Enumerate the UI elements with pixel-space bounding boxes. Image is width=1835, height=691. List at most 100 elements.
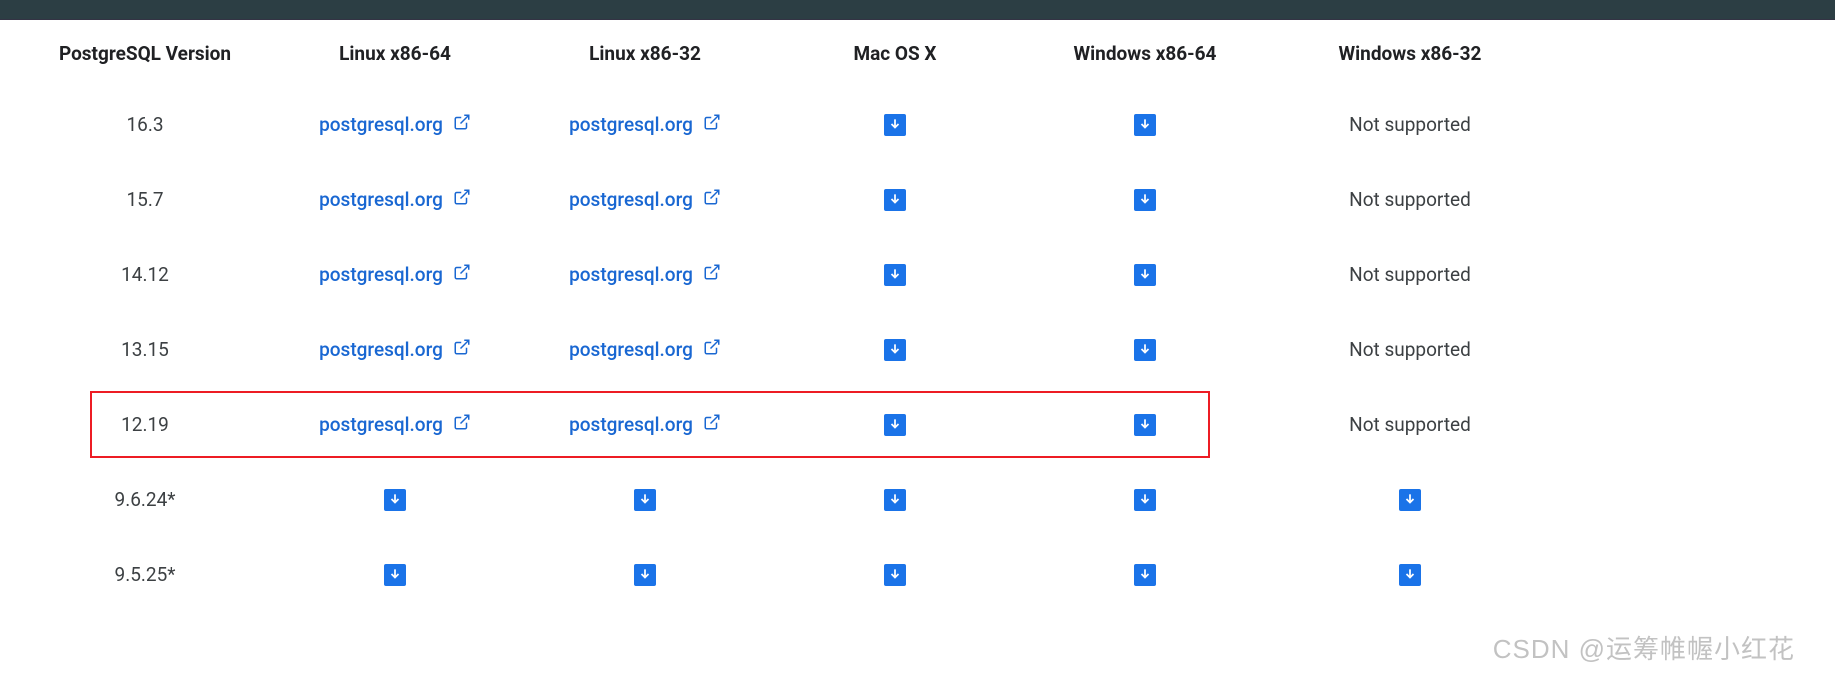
external-link[interactable]: postgresql.org: [569, 113, 721, 136]
version-cell: 9.5.25*: [20, 537, 270, 612]
download-button[interactable]: [884, 264, 906, 286]
download-icon: [1138, 488, 1152, 511]
download-button[interactable]: [884, 114, 906, 136]
table-row: 9.6.24*: [20, 462, 1550, 537]
link-label: postgresql.org: [569, 413, 693, 436]
download-icon: [1138, 263, 1152, 286]
external-link[interactable]: postgresql.org: [319, 413, 471, 436]
download-cell: postgresql.org: [520, 162, 770, 237]
link-label: postgresql.org: [569, 188, 693, 211]
link-label: postgresql.org: [319, 338, 443, 361]
download-icon: [1138, 113, 1152, 136]
download-icon: [638, 488, 652, 511]
download-button[interactable]: [884, 189, 906, 211]
download-icon: [888, 413, 902, 436]
not-supported-label: Not supported: [1349, 338, 1471, 361]
link-label: postgresql.org: [569, 263, 693, 286]
table-row: 15.7 postgresql.org postgresql.org Not supp…: [20, 162, 1550, 237]
download-button[interactable]: [1134, 264, 1156, 286]
download-cell: postgresql.org: [520, 312, 770, 387]
external-link[interactable]: postgresql.org: [569, 263, 721, 286]
download-button[interactable]: [884, 564, 906, 586]
table-row: 14.12postgresql.orgpostgresql.orgNot sup…: [20, 237, 1550, 312]
external-link-icon: [453, 413, 471, 436]
download-button[interactable]: [1134, 564, 1156, 586]
download-cell: [270, 537, 520, 612]
download-cell: [770, 162, 1020, 237]
download-icon: [388, 488, 402, 511]
download-button[interactable]: [884, 489, 906, 511]
download-button[interactable]: [1134, 189, 1156, 211]
download-cell: Not supported: [1270, 87, 1550, 162]
download-icon: [888, 563, 902, 586]
col-macosx: Mac OS X: [770, 20, 1020, 87]
download-icon: [888, 263, 902, 286]
download-icon: [1138, 563, 1152, 586]
table-row: 9.5.25*: [20, 537, 1550, 612]
download-button[interactable]: [634, 564, 656, 586]
col-linux32: Linux x86-32: [520, 20, 770, 87]
external-link-icon: [453, 113, 471, 136]
download-button[interactable]: [1134, 414, 1156, 436]
download-cell: [770, 387, 1020, 462]
download-icon: [1403, 488, 1417, 511]
download-cell: Not supported: [1270, 312, 1550, 387]
download-button[interactable]: [1134, 114, 1156, 136]
link-label: postgresql.org: [319, 113, 443, 136]
external-link-icon: [703, 338, 721, 361]
link-label: postgresql.org: [319, 263, 443, 286]
version-cell: 15.7: [20, 162, 270, 237]
download-icon: [1403, 563, 1417, 586]
not-supported-label: Not supported: [1349, 413, 1471, 436]
version-cell: 9.6.24*: [20, 462, 270, 537]
download-button[interactable]: [384, 489, 406, 511]
not-supported-label: Not supported: [1349, 188, 1471, 211]
col-win64: Windows x86-64: [1020, 20, 1270, 87]
downloads-table: PostgreSQL Version Linux x86-64 Linux x8…: [20, 20, 1550, 612]
external-link[interactable]: postgresql.org: [319, 338, 471, 361]
download-cell: [770, 237, 1020, 312]
link-label: postgresql.org: [319, 413, 443, 436]
not-supported-label: Not supported: [1349, 113, 1471, 136]
link-label: postgresql.org: [569, 338, 693, 361]
external-link[interactable]: postgresql.org: [319, 113, 471, 136]
download-cell: [520, 462, 770, 537]
download-cell: [1020, 162, 1270, 237]
download-cell: [770, 537, 1020, 612]
download-cell: postgresql.org: [270, 87, 520, 162]
external-link[interactable]: postgresql.org: [569, 188, 721, 211]
download-button[interactable]: [634, 489, 656, 511]
download-button[interactable]: [1134, 339, 1156, 361]
top-bar: [0, 0, 1835, 20]
external-link-icon: [453, 263, 471, 286]
download-cell: [520, 537, 770, 612]
download-button[interactable]: [384, 564, 406, 586]
external-link[interactable]: postgresql.org: [319, 188, 471, 211]
link-label: postgresql.org: [319, 188, 443, 211]
download-button[interactable]: [884, 414, 906, 436]
download-cell: postgresql.org: [520, 387, 770, 462]
download-cell: [1020, 387, 1270, 462]
col-linux64: Linux x86-64: [270, 20, 520, 87]
not-supported-label: Not supported: [1349, 263, 1471, 286]
download-icon: [888, 188, 902, 211]
table-row: 13.15postgresql.orgpostgresql.orgNot sup…: [20, 312, 1550, 387]
download-button[interactable]: [1399, 489, 1421, 511]
download-icon: [888, 113, 902, 136]
download-cell: [1020, 462, 1270, 537]
external-link[interactable]: postgresql.org: [569, 338, 721, 361]
download-cell: [1270, 537, 1550, 612]
download-cell: [770, 462, 1020, 537]
external-link[interactable]: postgresql.org: [569, 413, 721, 436]
download-button[interactable]: [884, 339, 906, 361]
download-icon: [888, 338, 902, 361]
download-cell: postgresql.org: [270, 387, 520, 462]
external-link-icon: [453, 188, 471, 211]
download-button[interactable]: [1399, 564, 1421, 586]
download-cell: Not supported: [1270, 162, 1550, 237]
download-button[interactable]: [1134, 489, 1156, 511]
external-link[interactable]: postgresql.org: [319, 263, 471, 286]
table-row: 12.19postgresql.orgpostgresql.orgNot sup…: [20, 387, 1550, 462]
download-icon: [638, 563, 652, 586]
download-cell: Not supported: [1270, 237, 1550, 312]
